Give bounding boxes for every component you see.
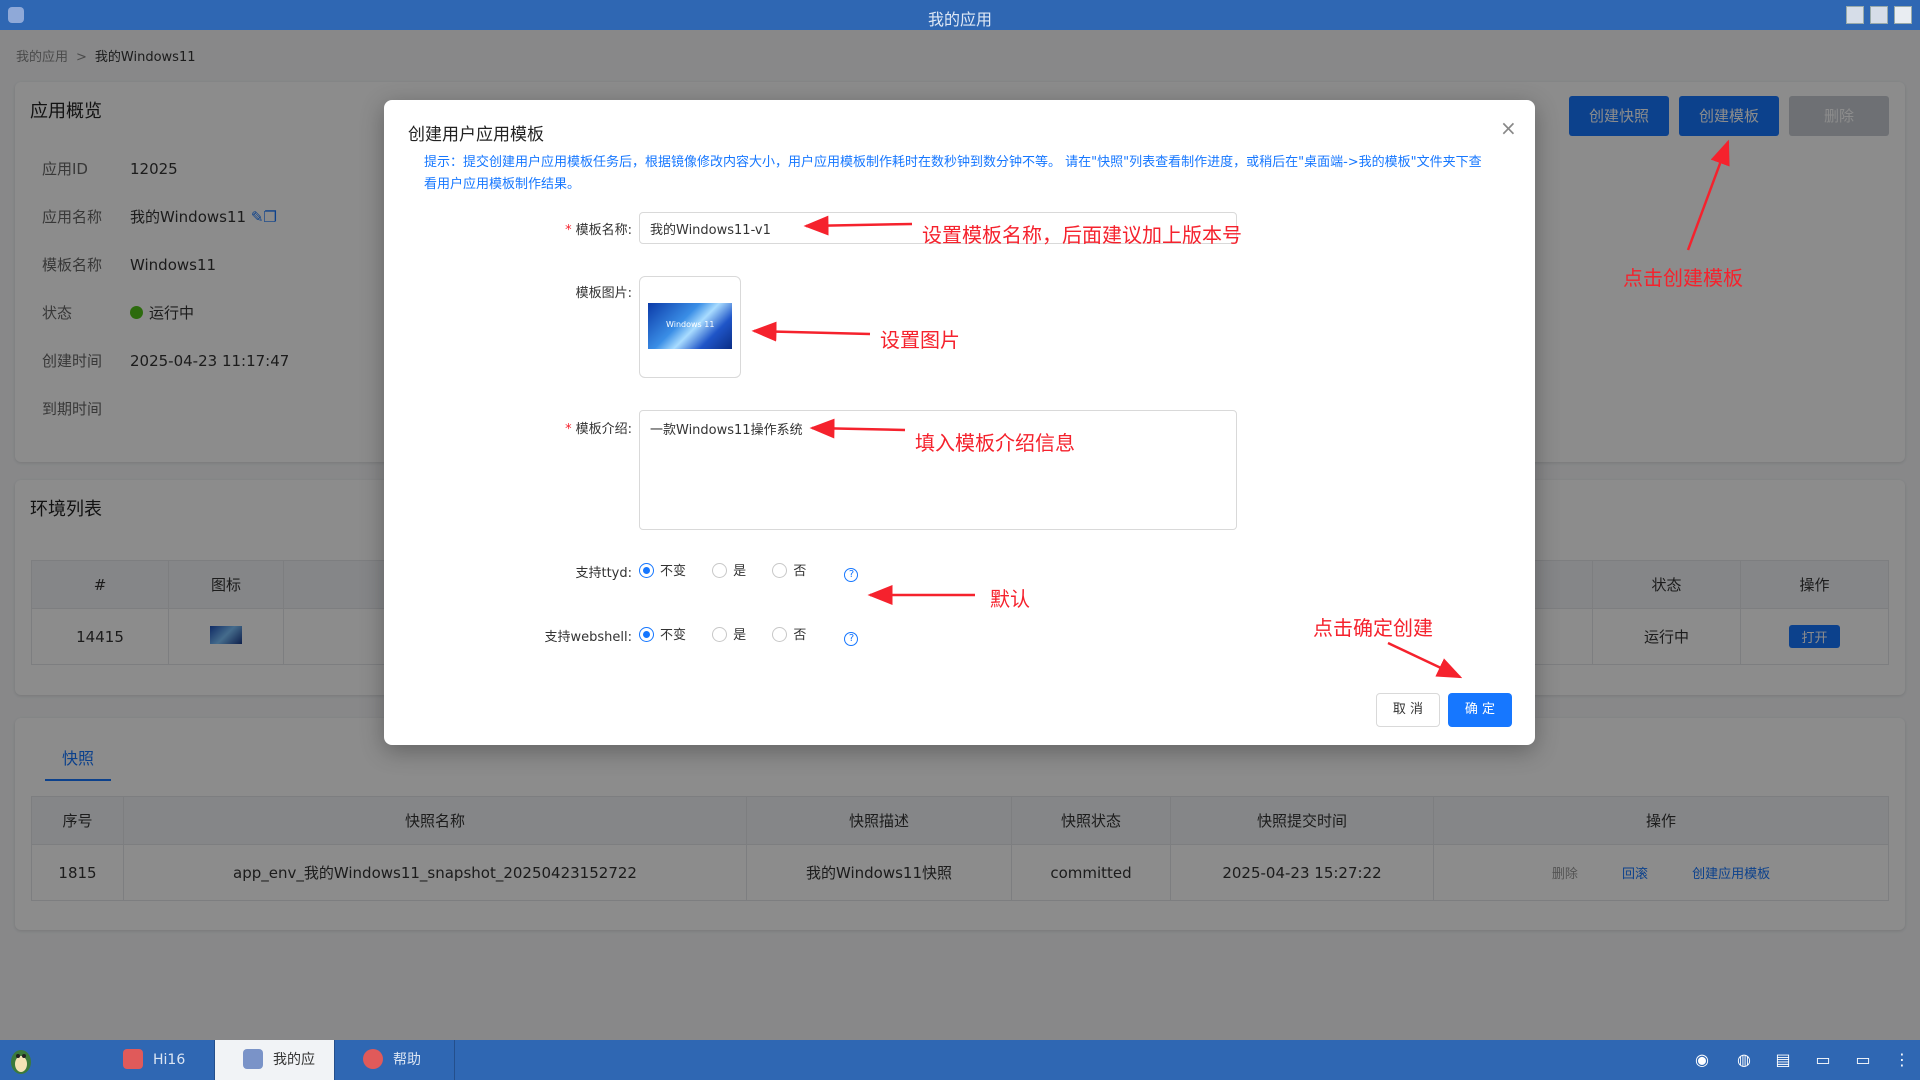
taskbar-item-help[interactable]: 帮助 [335, 1040, 455, 1080]
help-headset-icon [363, 1049, 383, 1069]
ttyd-option-no[interactable]: 否 [772, 560, 806, 579]
chat-icon[interactable]: ▭ [1813, 1050, 1833, 1070]
annotation-confirm: 点击确定创建 [1313, 616, 1433, 640]
webshell-radio-group: 不变 是 否 ? [639, 624, 859, 646]
template-name-label: * 模板名称: [565, 223, 632, 238]
annotation-name: 设置模板名称，后面建议加上版本号 [922, 223, 1242, 247]
wechat-icon[interactable]: ◍ [1734, 1050, 1754, 1070]
maximize-button[interactable] [1870, 6, 1888, 24]
template-image-label: 模板图片: [575, 286, 632, 301]
webshell-option-yes[interactable]: 是 [712, 624, 746, 643]
my-apps-icon [243, 1049, 263, 1069]
close-window-button[interactable] [1894, 6, 1912, 24]
close-icon[interactable]: × [1500, 116, 1517, 140]
document-icon[interactable]: ▤ [1773, 1050, 1793, 1070]
template-intro-label: * 模板介绍: [565, 422, 632, 437]
ttyd-option-yes[interactable]: 是 [712, 560, 746, 579]
annotation-template: 点击创建模板 [1623, 266, 1743, 290]
webshell-label: 支持webshell: [544, 630, 633, 645]
confirm-button[interactable]: 确 定 [1448, 693, 1512, 727]
cancel-button[interactable]: 取 消 [1376, 693, 1440, 727]
title-bar: 我的应用 [0, 0, 1920, 30]
wifi-icon[interactable]: ◉ [1692, 1050, 1712, 1070]
taskbar-item-my-apps[interactable]: 我的应 [215, 1040, 335, 1080]
modal-title: 创建用户应用模板 [408, 125, 544, 145]
start-menu-icon[interactable] [6, 1044, 36, 1076]
hi16-icon [123, 1049, 143, 1069]
help-icon[interactable]: ? [844, 568, 859, 582]
webshell-option-unchanged[interactable]: 不变 [639, 624, 686, 643]
template-image-upload[interactable]: Windows 11 [639, 276, 741, 378]
ttyd-label: 支持ttyd: [575, 566, 632, 581]
ttyd-option-unchanged[interactable]: 不变 [639, 560, 686, 579]
webshell-option-no[interactable]: 否 [772, 624, 806, 643]
ttyd-radio-group: 不变 是 否 ? [639, 560, 859, 582]
help-icon[interactable]: ? [844, 632, 859, 646]
taskbar: Hi16 我的应 帮助 ◉ ◍ ▤ ▭ ▭ ⋮ [0, 1040, 1920, 1080]
create-template-modal: 创建用户应用模板 × 提示：提交创建用户应用模板任务后，根据镜像修改内容大小，用… [384, 100, 1535, 745]
annotation-image: 设置图片 [880, 328, 960, 352]
window-title: 我的应用 [927, 10, 992, 29]
taskbar-item-hi16[interactable]: Hi16 [95, 1040, 215, 1080]
more-icon[interactable]: ⋮ [1892, 1050, 1912, 1070]
screen-icon[interactable]: ▭ [1853, 1050, 1873, 1070]
modal-tip: 提示：提交创建用户应用模板任务后，根据镜像修改内容大小，用户应用模板制作耗时在数… [424, 155, 1482, 192]
minimize-button[interactable] [1846, 6, 1864, 24]
windows11-thumbnail: Windows 11 [648, 303, 732, 349]
annotation-default: 默认 [990, 587, 1030, 611]
annotation-intro: 填入模板介绍信息 [915, 431, 1075, 455]
